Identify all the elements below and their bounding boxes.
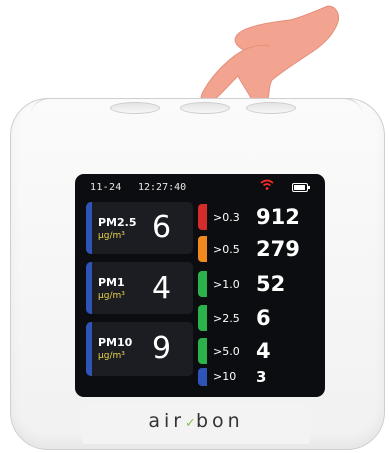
count-row-0.5: >0.5 279	[198, 236, 313, 262]
particle-count: 6	[256, 306, 271, 330]
card-accent-bar	[86, 262, 92, 314]
pm-value: 9	[152, 331, 172, 366]
pm-value: 6	[152, 210, 172, 245]
size-color-tag	[198, 305, 207, 331]
size-color-tag	[198, 338, 207, 364]
pm-unit: µg/m³	[98, 231, 125, 241]
pm-name: PM10	[98, 336, 133, 349]
particle-size: >5.0	[213, 345, 240, 358]
particle-count: 4	[256, 339, 271, 363]
count-row-5.0: >5.0 4	[198, 338, 313, 364]
count-row-0.3: >0.3 912	[198, 204, 313, 230]
brand-prefix: air	[148, 410, 186, 432]
check-icon: ✓	[185, 416, 196, 431]
count-row-2.5: >2.5 6	[198, 305, 313, 331]
card-accent-bar	[86, 202, 92, 254]
pm-value: 4	[152, 271, 172, 306]
size-color-tag	[198, 368, 207, 386]
particle-count: 3	[256, 368, 267, 386]
pm-name: PM1	[98, 276, 125, 289]
particle-size: >10	[213, 370, 237, 383]
status-time: 12:27:40	[138, 182, 187, 193]
size-color-tag	[198, 271, 207, 297]
battery-icon	[292, 183, 310, 192]
brand-logo: air✓bon	[82, 410, 310, 432]
pm-name: PM2.5	[98, 216, 137, 229]
top-button-left[interactable]	[110, 102, 160, 114]
pm1-card: PM1 µg/m³ 4	[86, 262, 193, 314]
pm25-card: PM2.5 µg/m³ 6	[86, 202, 193, 254]
particle-size: >2.5	[213, 312, 240, 325]
pm10-card: PM10 µg/m³ 9	[86, 322, 193, 376]
count-row-1.0: >1.0 52	[198, 271, 313, 297]
count-row-10: >10 3	[198, 368, 313, 386]
pm-unit: µg/m³	[98, 291, 125, 301]
top-button-right[interactable]	[246, 102, 296, 114]
brand-suffix: bon	[195, 410, 244, 432]
particle-count: 279	[256, 237, 300, 261]
top-button-center[interactable]	[180, 102, 230, 114]
particle-count: 52	[256, 272, 286, 296]
wifi-icon	[260, 179, 274, 190]
card-accent-bar	[86, 322, 92, 376]
pm-unit: µg/m³	[98, 351, 125, 361]
particle-size: >0.5	[213, 243, 240, 256]
particle-size: >1.0	[213, 278, 240, 291]
status-date: 11-24	[90, 182, 122, 193]
size-color-tag	[198, 204, 207, 230]
particle-size: >0.3	[213, 211, 240, 224]
size-color-tag	[198, 236, 207, 262]
particle-count: 912	[256, 205, 300, 229]
